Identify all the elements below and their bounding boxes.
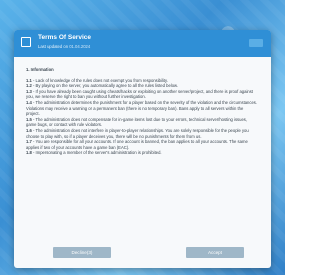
last-updated: Last updated on 01.04.2024 (38, 44, 90, 49)
rule-text: - The administration does not compensate… (26, 116, 248, 128)
rule-1-3: 1.3 - If you have already been caught us… (26, 89, 258, 100)
dialog-header: Terms Of Service Last updated on 01.04.2… (14, 30, 271, 57)
rule-text: - If you have already been caught using … (26, 88, 253, 100)
decline-button[interactable]: Decline(3) (53, 247, 111, 258)
rule-1-5: 1.5 - The administration does not compen… (26, 117, 258, 128)
rule-1-8: 1.8 - Impersonating a member of the serv… (26, 150, 258, 156)
rule-text: - The administration does not interfere … (26, 127, 249, 139)
section-title: 1. Information (26, 67, 54, 72)
accept-button[interactable]: Accept (186, 247, 244, 258)
dialog-title: Terms Of Service (38, 34, 91, 41)
rule-text: - You are responsible for all your accou… (26, 139, 248, 150)
terms-content: 1. Information 1.1 - Lack of knowledge o… (26, 67, 258, 156)
rule-text: - The administration determines the puni… (26, 99, 258, 117)
terms-of-service-dialog: Terms Of Service Last updated on 01.04.2… (14, 30, 271, 268)
rule-1-4: 1.4 - The administration determines the … (26, 100, 258, 117)
rule-1-7: 1.7 - You are responsible for all your a… (26, 139, 258, 150)
last-updated-label: Last updated on (38, 44, 69, 49)
rule-text: - By playing on the server, you automati… (31, 83, 179, 89)
rule-text: - Lack of knowledge of the rules does no… (31, 77, 168, 83)
dialog-footer: Decline(3) Accept (14, 238, 271, 268)
document-icon (21, 37, 31, 47)
last-updated-date: 01.04.2024 (69, 44, 91, 49)
rule-1-6: 1.6 - The administration does not interf… (26, 128, 258, 139)
rule-text: - Impersonating a member of the server's… (31, 150, 162, 156)
header-action-button[interactable] (249, 39, 263, 47)
